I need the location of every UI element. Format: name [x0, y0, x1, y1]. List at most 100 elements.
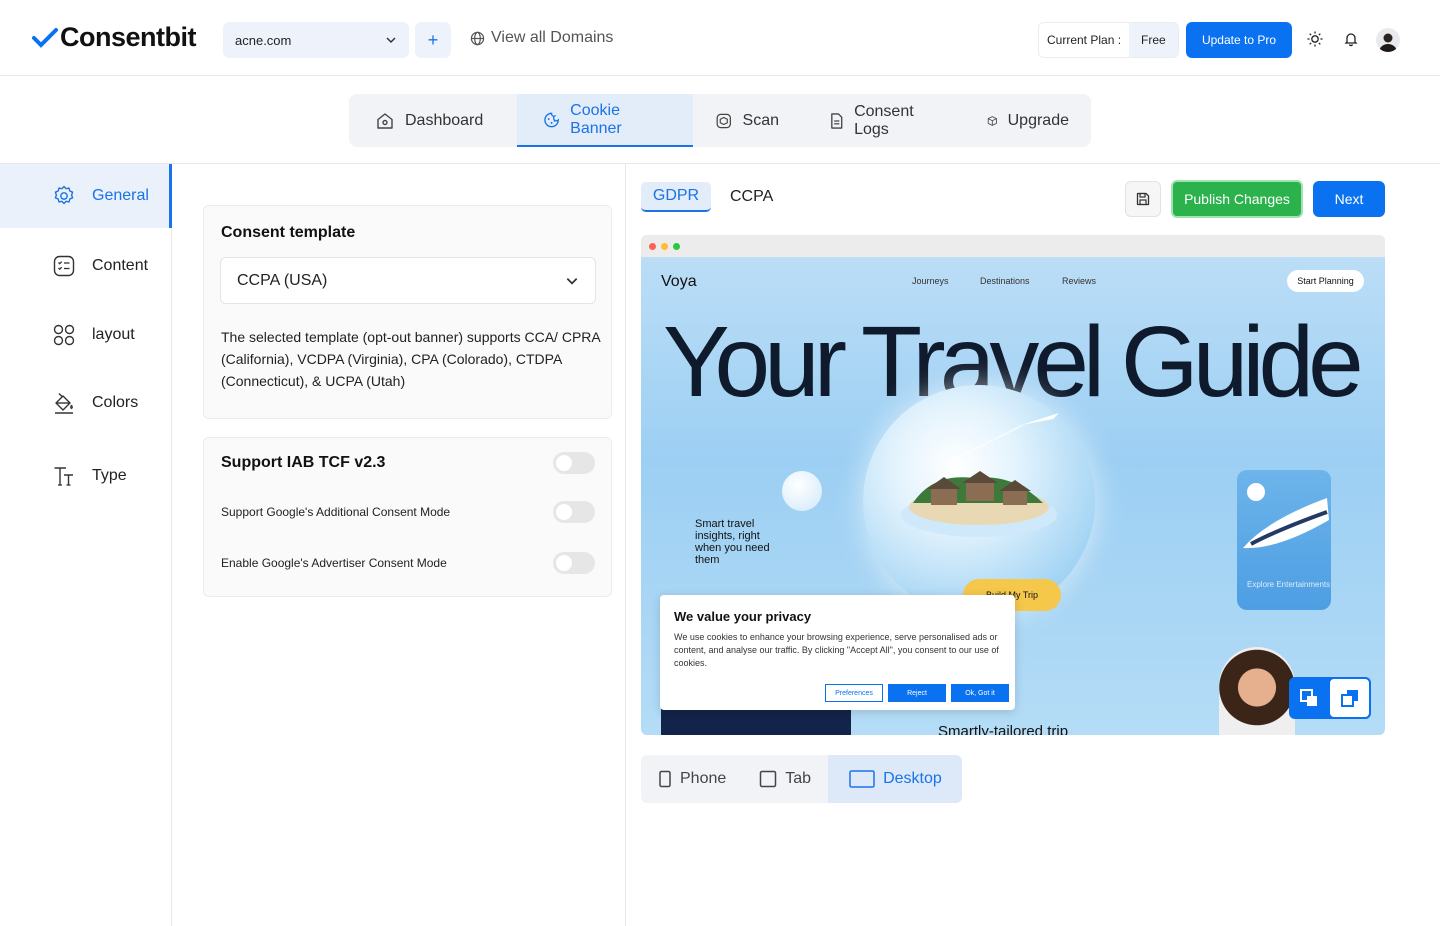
- tab-cookie-banner[interactable]: Cookie Banner: [517, 94, 693, 147]
- view-all-label: View all Domains: [491, 29, 614, 46]
- view-all-domains-link[interactable]: View all Domains: [470, 29, 613, 47]
- site-preview: Voya Journeys Destinations Reviews Start…: [641, 235, 1385, 735]
- save-button[interactable]: [1125, 181, 1161, 217]
- next-button[interactable]: Next: [1313, 181, 1385, 217]
- sidebar-item-content[interactable]: Content: [0, 234, 172, 298]
- sidebar-item-label: General: [92, 187, 149, 204]
- toggle-row: Enable Google's Advertiser Consent Mode: [221, 552, 595, 574]
- sun-icon[interactable]: [1307, 31, 1323, 47]
- template-select[interactable]: CCPA (USA): [220, 257, 596, 304]
- browser-bar: [641, 235, 1385, 257]
- card-title: Support IAB TCF v2.3: [221, 454, 386, 471]
- paint-bucket-icon: [55, 393, 73, 414]
- tab-label: Upgrade: [1007, 111, 1069, 129]
- plan-label: Current Plan :: [1047, 33, 1122, 47]
- logo-text: Consentbit: [60, 22, 197, 52]
- device-label: Desktop: [883, 770, 942, 787]
- sidebar-item-label: layout: [92, 326, 135, 343]
- tab-ccpa[interactable]: CCPA: [730, 188, 773, 206]
- device-switch: Phone Tab Desktop: [641, 755, 962, 803]
- tab-gdpr[interactable]: GDPR: [641, 182, 711, 212]
- preferences-button[interactable]: Preferences: [825, 684, 883, 702]
- tab-upgrade[interactable]: Upgrade: [969, 94, 1091, 147]
- card-title: Consent template: [221, 224, 356, 241]
- banner-title: We value your privacy: [674, 609, 812, 624]
- layout-option-overlay[interactable]: [1289, 677, 1328, 719]
- home-icon: [377, 112, 393, 129]
- site-section-title: Smartly-tailored trip: [938, 723, 1069, 735]
- main-nav: Dashboard Cookie Banner Scan Consent Log…: [349, 94, 1091, 147]
- consent-template-card: Consent template CCPA (USA) The selected…: [203, 205, 612, 419]
- accept-button[interactable]: Ok, Got it: [951, 684, 1009, 702]
- iab-toggle[interactable]: [553, 452, 595, 474]
- toggle-row: Support Google's Additional Consent Mode: [221, 501, 595, 523]
- divider: [625, 164, 626, 926]
- banner-buttons: Preferences Reject Ok, Got it: [825, 684, 1009, 702]
- bell-icon[interactable]: [1343, 31, 1359, 47]
- tab-consent-logs[interactable]: Consent Logs: [801, 94, 969, 147]
- additional-consent-toggle[interactable]: [553, 501, 595, 523]
- layout-option-popup[interactable]: [1328, 677, 1371, 719]
- logo[interactable]: Consentbit: [32, 22, 197, 53]
- reject-button[interactable]: Reject: [888, 684, 946, 702]
- template-description: The selected template (opt-out banner) s…: [221, 329, 600, 389]
- save-icon: [1136, 192, 1150, 206]
- avatar[interactable]: [1376, 28, 1400, 52]
- add-domain-button[interactable]: +: [415, 22, 451, 58]
- sidebar-item-label: Colors: [92, 394, 139, 411]
- desktop-icon: [849, 770, 875, 788]
- sidebar-item-colors[interactable]: Colors: [0, 371, 172, 435]
- overlay-icon: [1299, 689, 1317, 706]
- gear-icon: [54, 185, 74, 205]
- layout-switch: [1289, 677, 1371, 719]
- device-label: Tab: [785, 770, 812, 787]
- entertainment-label: Explore Entertainments: [1247, 580, 1331, 589]
- sidebar-item-type[interactable]: Type: [0, 444, 172, 508]
- scan-icon: [716, 113, 731, 128]
- sidebar-item-general[interactable]: General: [0, 164, 172, 228]
- window-dot: [661, 242, 668, 250]
- site-cta: Start Planning: [1287, 270, 1364, 292]
- sidebar-item-layout[interactable]: layout: [0, 303, 172, 367]
- iab-card: Support IAB TCF v2.3 Support Google's Ad…: [203, 437, 612, 597]
- boat-image: [1243, 498, 1329, 549]
- update-to-pro-button[interactable]: Update to Pro: [1186, 22, 1292, 58]
- site-nav-item: Reviews: [1062, 276, 1097, 286]
- phone-icon: [659, 770, 671, 788]
- checkmark-icon: [32, 27, 58, 48]
- site-tagline: Smart travel insights, right when you ne…: [695, 518, 770, 566]
- tab-label: Dashboard: [405, 111, 484, 129]
- sidebar: General Content layout Colors Type: [0, 164, 172, 926]
- site-logo: Voya: [661, 273, 697, 290]
- advertiser-consent-toggle[interactable]: [553, 552, 595, 574]
- device-tab[interactable]: Tab: [743, 755, 828, 803]
- toggle-label: Support Google's Additional Consent Mode: [221, 505, 451, 519]
- divider: [0, 163, 1440, 164]
- chevron-down-icon: [566, 277, 578, 285]
- document-icon: [831, 112, 843, 129]
- popup-icon: [1340, 690, 1358, 707]
- site-nav-item: Journeys: [912, 276, 949, 286]
- window-dot: [673, 242, 680, 250]
- globe-icon: [470, 31, 485, 45]
- tab-dashboard[interactable]: Dashboard: [349, 94, 517, 147]
- plan-value: Free: [1129, 23, 1178, 57]
- publish-changes-button[interactable]: Publish Changes: [1171, 180, 1303, 218]
- person-image: [1219, 647, 1295, 735]
- cookie-banner-preview: We value your privacy We use cookies to …: [660, 595, 1015, 710]
- tab-label: Consent Logs: [854, 102, 914, 138]
- device-desktop[interactable]: Desktop: [828, 755, 962, 803]
- tab-scan[interactable]: Scan: [693, 94, 801, 147]
- iab-row: Support IAB TCF v2.3: [221, 452, 595, 474]
- tab-label: Scan: [742, 111, 779, 129]
- device-phone[interactable]: Phone: [641, 755, 743, 803]
- domain-select[interactable]: acne.com: [223, 22, 409, 58]
- tab-label: Cookie Banner: [570, 101, 622, 137]
- box-icon: [987, 115, 997, 126]
- sidebar-item-label: Content: [92, 257, 149, 274]
- chevron-down-icon: [386, 37, 396, 44]
- grid-icon: [53, 324, 75, 346]
- cookie-icon: [544, 112, 559, 127]
- window-dot: [649, 242, 656, 250]
- sidebar-item-label: Type: [92, 467, 127, 484]
